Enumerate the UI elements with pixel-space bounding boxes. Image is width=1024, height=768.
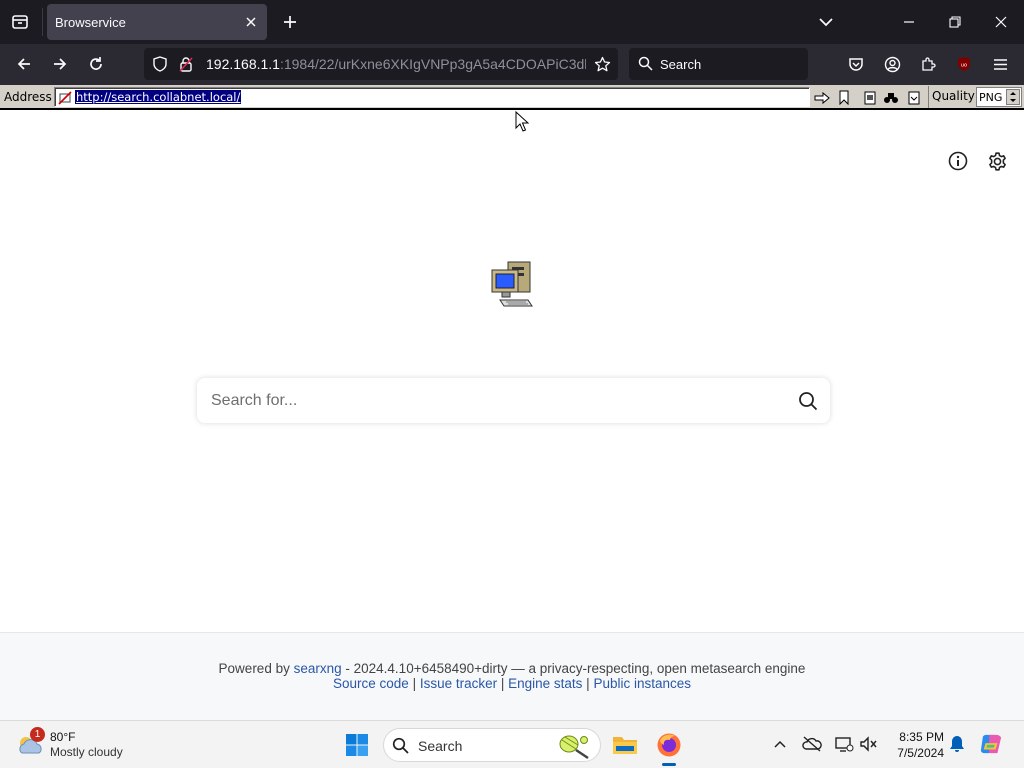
windows-start-icon[interactable]: [341, 729, 373, 761]
page-content: Powered by searxng - 2024.4.10+6458490+d…: [0, 112, 1024, 720]
footer-separator: |: [497, 676, 509, 691]
search-submit-icon[interactable]: [796, 389, 820, 413]
page-footer: Powered by searxng - 2024.4.10+6458490+d…: [0, 632, 1024, 720]
extensions-icon[interactable]: [914, 50, 942, 78]
footer-powered-line: Powered by searxng - 2024.4.10+6458490+d…: [0, 661, 1024, 676]
copilot-icon[interactable]: [980, 733, 1002, 755]
mouse-cursor-icon: [515, 110, 530, 133]
footer-powered-by: Powered by: [218, 661, 290, 676]
active-app-indicator: [662, 763, 676, 766]
forward-icon[interactable]: [46, 50, 74, 78]
address-label: Address: [4, 90, 52, 104]
svg-text:uo: uo: [961, 63, 967, 69]
pocket-icon[interactable]: [842, 50, 870, 78]
ublock-origin-icon[interactable]: uo: [950, 50, 978, 78]
tracking-protection-icon[interactable]: [151, 55, 169, 73]
source-code-link[interactable]: Source code: [333, 676, 409, 691]
bookmark-star-icon[interactable]: [593, 55, 611, 73]
taskbar-search-label: Search: [418, 738, 463, 754]
url-path: :1984/22/urKxne6XKIgVNPp3gA5a4CDOAPiC3dh: [279, 56, 586, 72]
weather-widget[interactable]: 1 80°F Mostly cloudy: [16, 727, 156, 763]
show-hidden-icons-chevron-icon[interactable]: [769, 733, 791, 755]
go-arrow-icon[interactable]: [812, 88, 832, 107]
search-input[interactable]: [211, 388, 771, 414]
close-tab-icon[interactable]: [243, 14, 259, 30]
search-bar[interactable]: Search: [629, 48, 808, 80]
windows-taskbar: 1 80°F Mostly cloudy Search 8:35 PM 7/5/…: [0, 720, 1024, 768]
address-value: http://search.collabnet.local/: [75, 90, 242, 104]
insecure-lock-icon[interactable]: [177, 55, 195, 73]
close-window-icon[interactable]: [978, 0, 1024, 44]
search-box: [197, 378, 830, 423]
tab-browservice[interactable]: Browservice: [47, 4, 267, 40]
engine-stats-link[interactable]: Engine stats: [508, 676, 582, 691]
account-icon[interactable]: [878, 50, 906, 78]
menu-icon[interactable]: [986, 50, 1014, 78]
firefox-icon[interactable]: [653, 729, 685, 761]
bookmark-icon[interactable]: [834, 88, 854, 107]
quality-spinner-icon[interactable]: [1006, 89, 1020, 105]
searxng-link[interactable]: searxng: [294, 661, 342, 676]
footer-separator: |: [582, 676, 594, 691]
file-explorer-icon[interactable]: [609, 729, 641, 761]
info-icon[interactable]: [947, 150, 969, 172]
clock-date: 7/5/2024: [897, 746, 944, 760]
public-instances-link[interactable]: Public instances: [593, 676, 691, 691]
firefox-view-icon[interactable]: [8, 10, 32, 34]
list-all-tabs-icon[interactable]: [814, 10, 838, 34]
back-icon[interactable]: [10, 50, 38, 78]
volume-muted-icon[interactable]: [858, 733, 880, 755]
taskbar-clock[interactable]: 8:35 PM 7/5/2024: [882, 729, 944, 761]
issue-tracker-link[interactable]: Issue tracker: [420, 676, 497, 691]
quality-select[interactable]: PNG: [976, 87, 1022, 107]
navigation-toolbar: 192.168.1.1:1984/22/urKxne6XKIgVNPp3gA5a…: [0, 44, 1024, 85]
quality-label: Quality: [928, 86, 978, 108]
minimize-icon[interactable]: [886, 0, 932, 44]
network-icon[interactable]: [833, 733, 855, 755]
footer-separator: |: [408, 676, 420, 691]
weather-condition: Mostly cloudy: [50, 745, 123, 759]
clipboard-icon[interactable]: [860, 88, 880, 107]
footer-links: Source code | Issue tracker | Engine sta…: [0, 676, 1024, 691]
download-icon[interactable]: [904, 88, 924, 107]
settings-gear-icon[interactable]: [986, 150, 1008, 172]
notification-bell-icon[interactable]: [946, 733, 968, 755]
browser-tab-bar: Browservice: [0, 0, 1024, 44]
url-host: 192.168.1.1: [206, 56, 280, 72]
new-tab-icon[interactable]: [278, 10, 302, 34]
onedrive-offline-icon[interactable]: [801, 733, 823, 755]
browservice-toolbar: Address http://search.collabnet.local/ Q…: [0, 85, 1024, 110]
search-bar-placeholder: Search: [660, 57, 702, 72]
divider: [42, 8, 43, 36]
restore-icon[interactable]: [932, 0, 978, 44]
footer-version: - 2024.4.10+6458490+dirty — a privacy-re…: [341, 661, 806, 676]
insecure-connection-icon: [58, 90, 72, 105]
taskbar-search[interactable]: Search: [383, 728, 601, 762]
weather-notification-badge: 1: [30, 727, 45, 742]
quality-value: PNG: [979, 91, 1003, 104]
url-bar[interactable]: 192.168.1.1:1984/22/urKxne6XKIgVNPp3gA5a…: [144, 48, 618, 80]
reload-icon[interactable]: [82, 50, 110, 78]
url-text: 192.168.1.1:1984/22/urKxne6XKIgVNPp3gA5a…: [206, 56, 586, 72]
weather-temperature: 80°F: [50, 730, 76, 744]
find-icon[interactable]: [881, 88, 901, 107]
clock-time: 8:35 PM: [899, 730, 944, 744]
searxng-computer-logo-icon: [488, 258, 536, 310]
tab-title: Browservice: [55, 15, 126, 30]
address-field[interactable]: http://search.collabnet.local/: [54, 87, 810, 107]
search-icon: [638, 56, 653, 76]
search-icon: [392, 737, 409, 759]
search-highlight-tennis-icon: [556, 732, 592, 760]
